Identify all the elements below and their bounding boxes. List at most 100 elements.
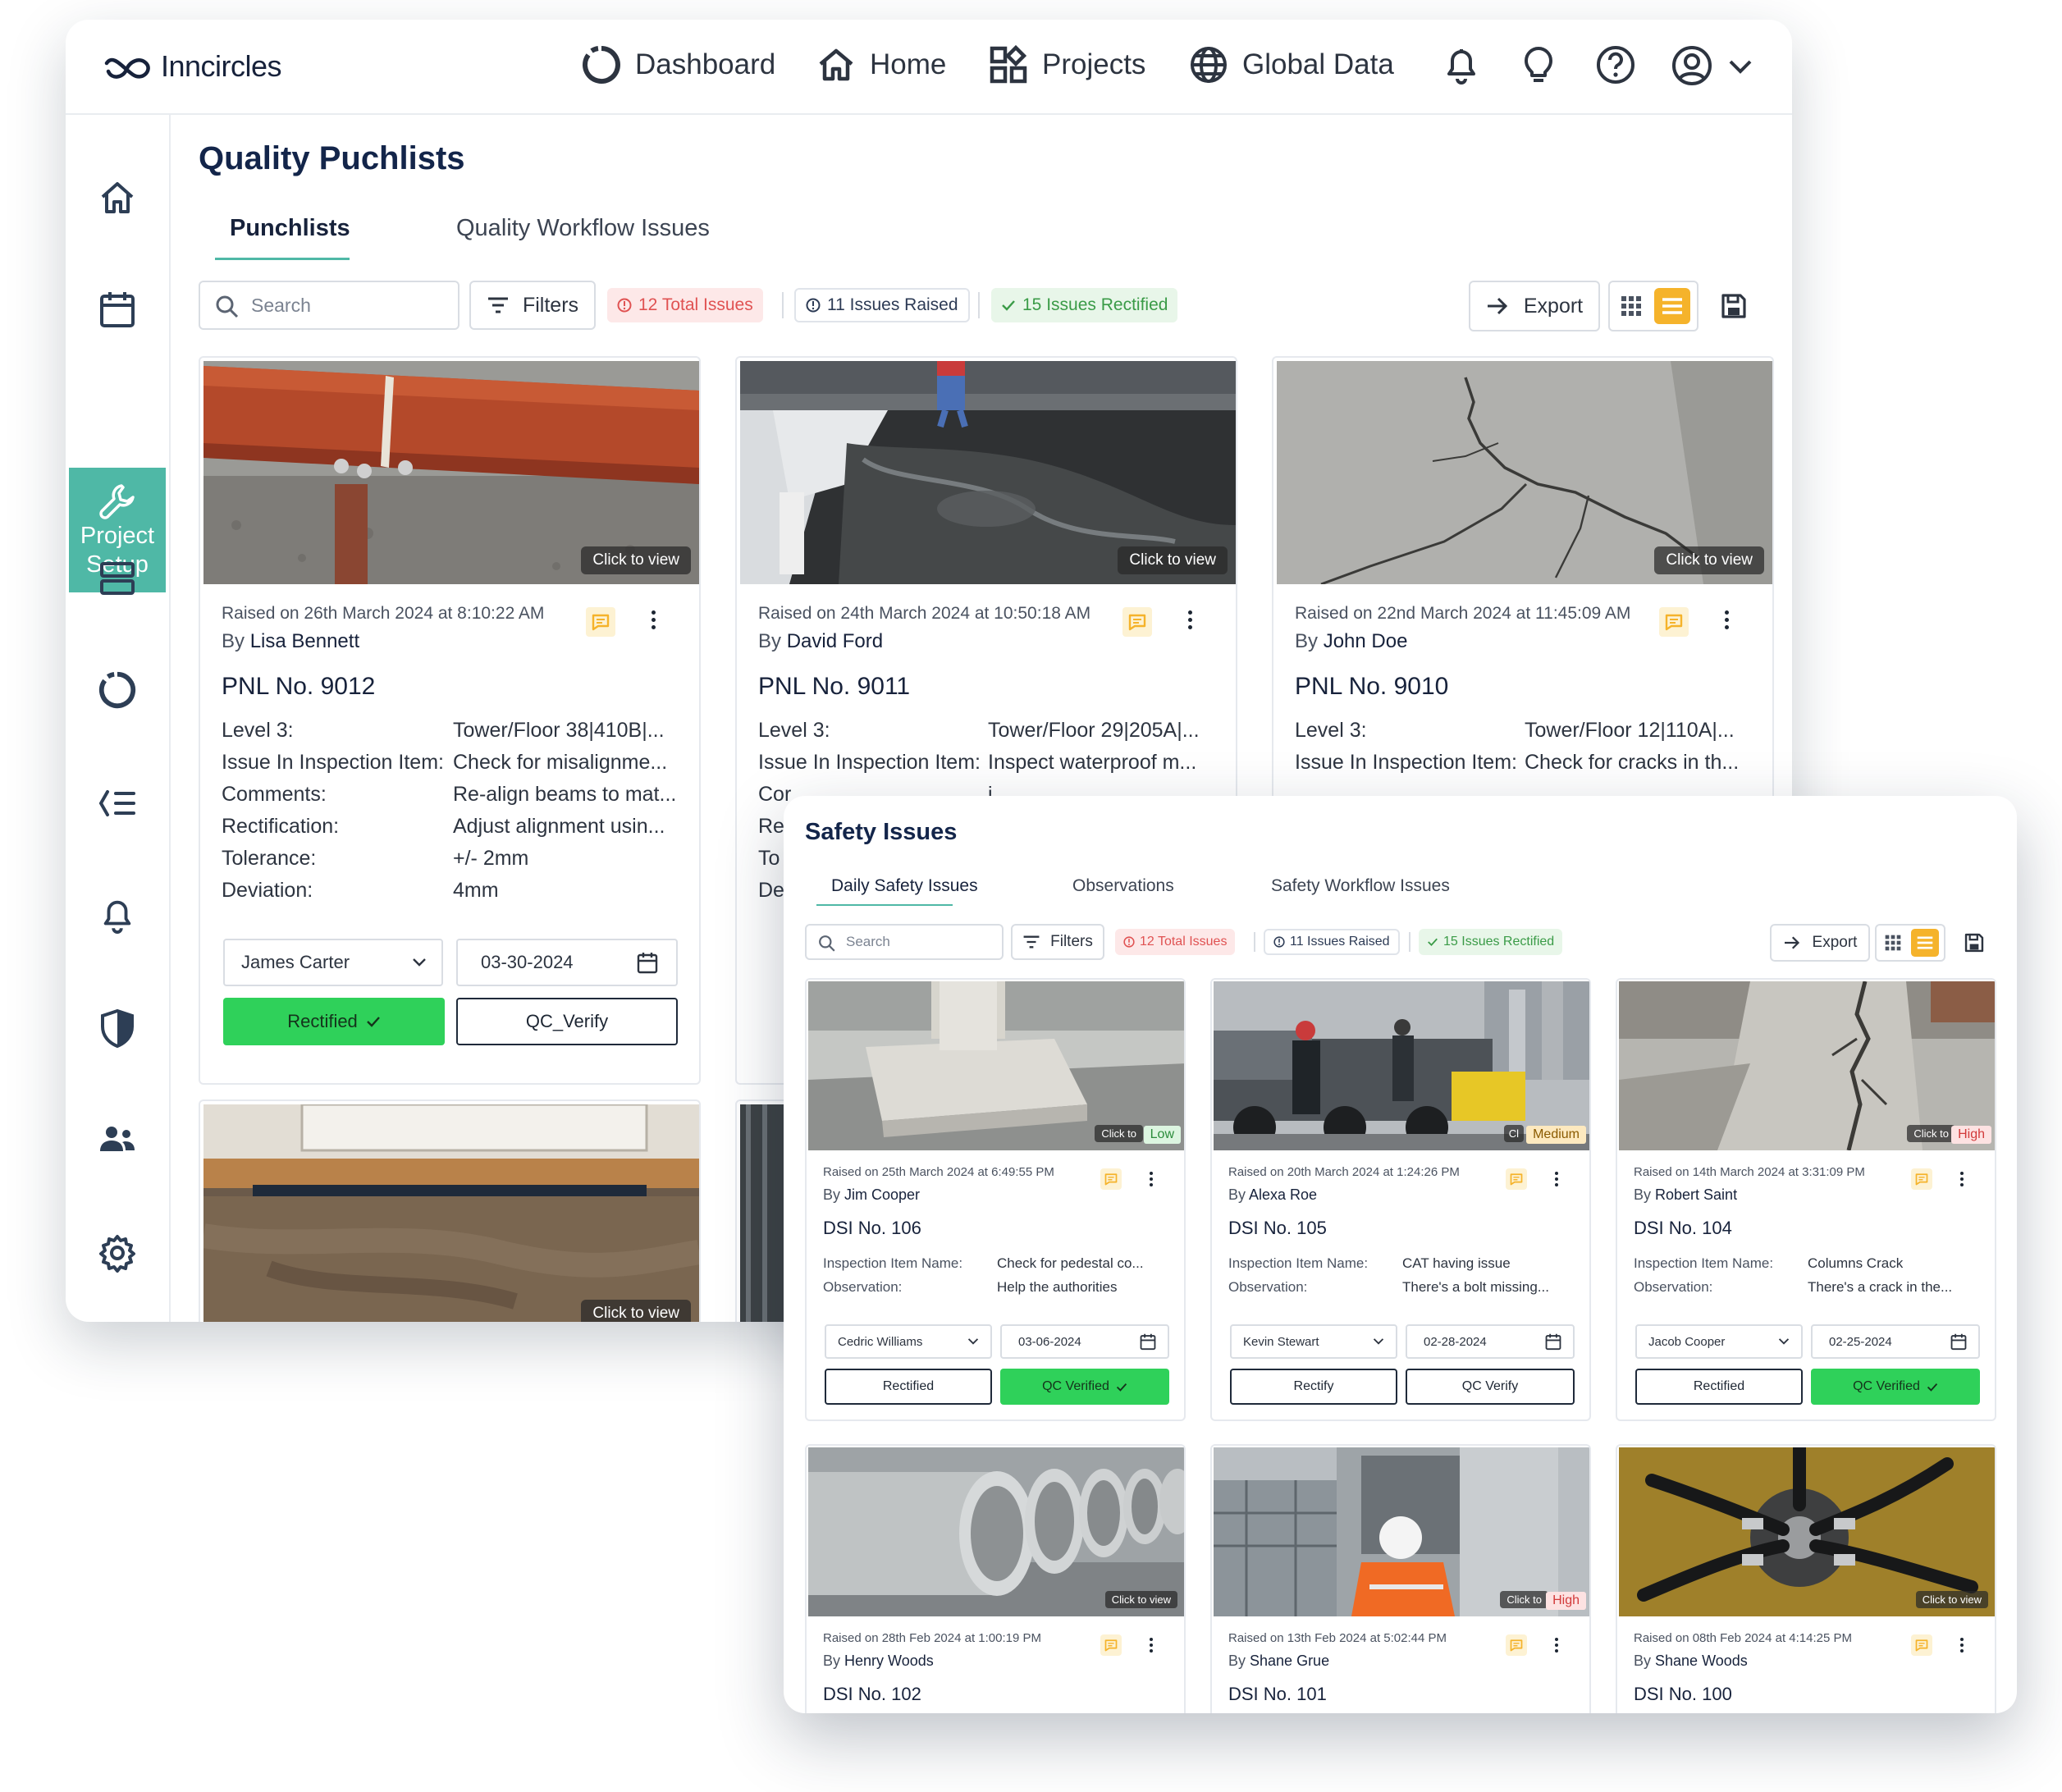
comment-icon[interactable] [1506,1168,1527,1190]
safety-issue-card[interactable]: Click to Low Raised on 25th March 2024 a… [805,978,1186,1421]
issues-raised-badge[interactable]: 11 Issues Raised [1264,929,1400,955]
safety-issue-card[interactable]: Click to view Raised on 28th Feb 2024 at… [805,1444,1186,1713]
assignee-select[interactable]: James Carter [223,939,443,986]
sidebar-item-users[interactable] [69,1111,166,1168]
filters-button[interactable]: Filters [1011,924,1104,960]
safety-issue-card[interactable]: Click to High Raised on 13th Feb 2024 at… [1210,1444,1591,1713]
comment-icon[interactable] [1659,607,1689,637]
comment-icon[interactable] [1911,1634,1932,1656]
click-to-view-label[interactable]: Click to view [581,546,691,574]
rectified-button[interactable]: Rectified [1635,1369,1803,1405]
safety-issue-card[interactable]: Click to view Raised on 08th Feb 2024 at… [1616,1444,1996,1713]
sidebar-item-calendar[interactable] [69,281,166,338]
safety-issue-card[interactable]: Cl Medium Raised on 20th March 2024 at 1… [1210,978,1591,1421]
rectified-button[interactable]: Rectified [223,998,445,1045]
lightbulb-icon[interactable] [1520,44,1557,85]
issues-rectified-badge[interactable]: 15 Issues Rectified [991,288,1178,322]
tab-safety-workflow-issues[interactable]: Safety Workflow Issues [1271,876,1450,896]
sidebar-item-home[interactable] [69,169,166,226]
tab-quality-workflow-issues[interactable]: Quality Workflow Issues [456,215,710,242]
chevron-down-icon[interactable] [1728,59,1753,74]
grid-view-icon[interactable] [1616,291,1646,321]
qc-verify-button[interactable]: QC_Verify [456,998,678,1045]
issue-photo[interactable]: Click to view [808,1447,1184,1616]
list-view-icon[interactable] [1911,929,1939,957]
nav-global-data[interactable]: Global Data [1188,44,1394,85]
comment-icon[interactable] [1100,1168,1122,1190]
grid-view-icon[interactable] [1881,931,1904,954]
click-to-view-label[interactable]: Click to view [1915,1591,1988,1608]
issue-photo[interactable]: Click to view [1619,1447,1995,1616]
click-to-view-label[interactable]: Click to [1907,1125,1955,1142]
tab-observations[interactable]: Observations [1072,876,1174,896]
due-date-field[interactable]: 02-28-2024 [1406,1324,1575,1359]
issues-rectified-badge[interactable]: 15 Issues Rectified [1419,929,1563,955]
click-to-view-label[interactable]: Click to [1500,1591,1548,1608]
issue-photo[interactable]: Click to view [1277,361,1772,584]
sidebar-item-settings[interactable] [69,1224,166,1282]
issue-photo[interactable]: Click to view [203,1104,699,1322]
inncircles-logo[interactable]: Inncircles [102,49,282,84]
search-input[interactable]: Search [805,924,1004,960]
more-options-icon[interactable] [1960,1638,1964,1653]
due-date-field[interactable]: 03-06-2024 [1000,1324,1169,1359]
click-to-view-label[interactable]: Click to view [1104,1591,1177,1608]
due-date-field[interactable]: 02-25-2024 [1811,1324,1980,1359]
comment-icon[interactable] [586,607,615,637]
safety-issue-card[interactable]: Click to High Raised on 14th March 2024 … [1616,978,1996,1421]
export-button[interactable]: Export [1469,281,1600,331]
assignee-select[interactable]: Jacob Cooper [1635,1324,1803,1359]
list-view-icon[interactable] [1654,288,1690,324]
comment-icon[interactable] [1100,1634,1122,1656]
sidebar-item-checklist[interactable] [69,775,166,832]
tab-punchlists[interactable]: Punchlists [230,215,350,242]
assignee-select[interactable]: Cedric Williams [825,1324,992,1359]
punchlist-card[interactable]: Click to view [199,1099,701,1322]
assignee-select[interactable]: Kevin Stewart [1230,1324,1397,1359]
more-options-icon[interactable] [1725,610,1729,629]
help-icon[interactable] [1595,44,1636,85]
more-options-icon[interactable] [1150,1638,1153,1653]
qc-verify-button[interactable]: QC Verify [1406,1369,1575,1405]
issue-photo[interactable]: Cl Medium [1214,981,1589,1150]
more-options-icon[interactable] [1960,1172,1964,1186]
more-options-icon[interactable] [1555,1638,1558,1653]
export-button[interactable]: Export [1770,924,1870,962]
tab-daily-safety-issues[interactable]: Daily Safety Issues [831,876,978,896]
nav-projects[interactable]: Projects [988,44,1145,85]
more-options-icon[interactable] [1188,610,1192,629]
total-issues-badge[interactable]: 12 Total Issues [607,288,763,322]
punchlist-card[interactable]: Click to view Raised on 26th March 2024 … [199,356,701,1085]
notification-bell-icon[interactable] [1442,44,1480,85]
nav-dashboard[interactable]: Dashboard [581,44,775,85]
click-to-view-label[interactable]: Click to view [1654,546,1764,574]
search-input[interactable]: Search [199,281,459,330]
qc-verified-button[interactable]: QC Verified [1000,1369,1169,1405]
sidebar-item-ring[interactable] [69,661,166,719]
comment-icon[interactable] [1122,607,1152,637]
total-issues-badge[interactable]: 12 Total Issues [1115,929,1236,955]
issue-photo[interactable]: Click to view [203,361,699,584]
comment-icon[interactable] [1506,1634,1527,1656]
issue-photo[interactable]: Click to High [1619,981,1995,1150]
more-options-icon[interactable] [652,610,656,629]
sidebar-item-alerts[interactable] [69,886,166,944]
click-to-view-label[interactable]: Click to view [1118,546,1228,574]
issue-photo[interactable]: Click to Low [808,981,1184,1150]
click-to-view-label[interactable]: Click to view [581,1300,691,1322]
save-icon[interactable] [1720,292,1748,320]
qc-verified-button[interactable]: QC Verified [1811,1369,1980,1405]
nav-home[interactable]: Home [816,44,946,85]
comment-icon[interactable] [1911,1168,1932,1190]
click-to-view-label[interactable]: Click to [1095,1125,1143,1142]
due-date-field[interactable]: 03-30-2024 [456,939,678,986]
issue-photo[interactable]: Click to High [1214,1447,1589,1616]
sidebar-item-stack[interactable] [69,550,166,607]
rectify-button[interactable]: Rectify [1230,1369,1397,1405]
issue-photo[interactable]: Click to view [740,361,1236,584]
user-avatar-icon[interactable] [1671,44,1713,87]
more-options-icon[interactable] [1555,1172,1558,1186]
rectified-button[interactable]: Rectified [825,1369,992,1405]
sidebar-item-safety[interactable] [69,999,166,1057]
click-to-view-label[interactable]: Cl [1503,1125,1524,1142]
